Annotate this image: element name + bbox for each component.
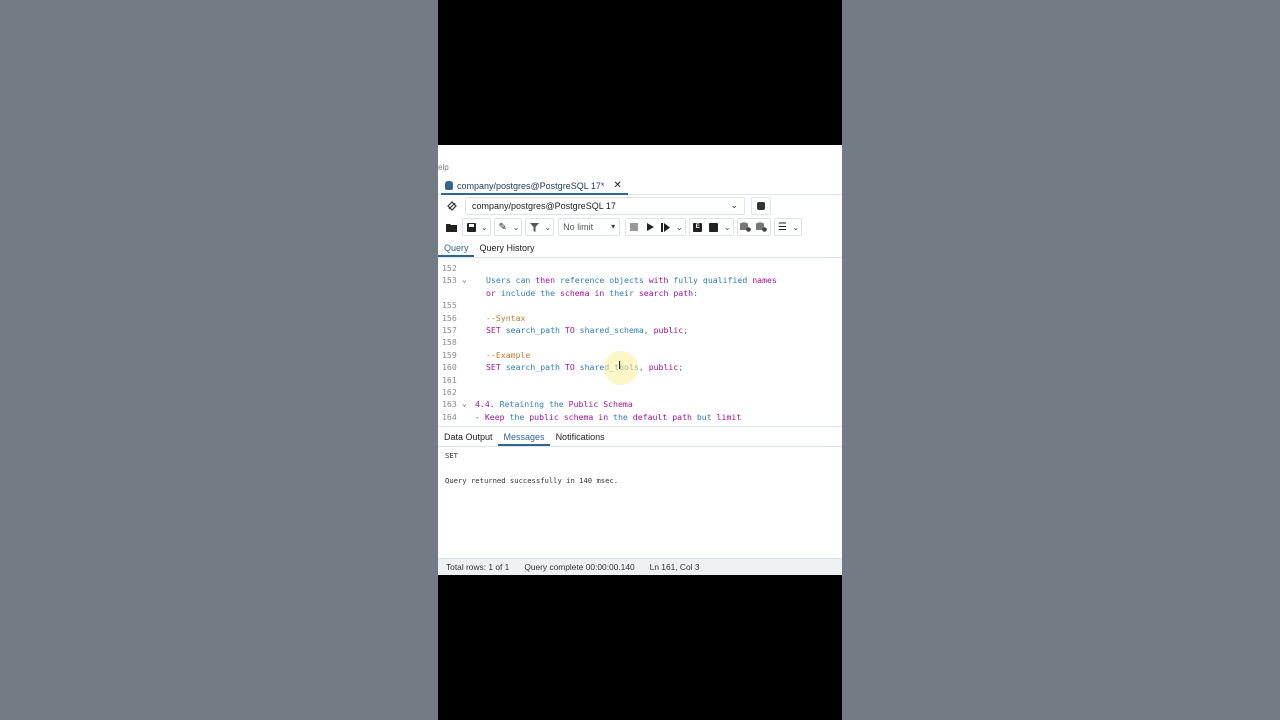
code-text: 4.4. Retaining the Public Schema (475, 399, 633, 410)
code-text: Users can then reference objects with fu… (486, 275, 777, 286)
transaction-group (736, 218, 771, 236)
video-frame: elp company/postgres@PostgreSQL 17* ✕ co… (438, 0, 842, 720)
message-line: Query returned successfully in 140 msec. (445, 476, 619, 485)
filter-icon[interactable] (526, 219, 542, 235)
explain-button[interactable]: E (690, 219, 706, 235)
chart-icon (709, 222, 719, 232)
line-number: 156 (442, 312, 457, 323)
explain-group: E ⌄ (688, 218, 734, 236)
text-cursor-icon: I (618, 359, 622, 372)
chevron-down-icon[interactable]: ⌄ (511, 223, 522, 232)
help-menu[interactable]: elp (438, 162, 449, 174)
tab-notifications[interactable]: Notifications (550, 427, 610, 446)
code-line[interactable]: 158 (438, 336, 842, 348)
chevron-down-icon[interactable]: ⌄ (722, 223, 733, 232)
status-cursor-position: Ln 161, Col 3 (649, 562, 700, 572)
stop-icon (630, 223, 639, 231)
database-icon (445, 181, 453, 190)
code-line[interactable]: 157 SET search_path TO shared_schema, pub… (438, 324, 842, 336)
explain-analyze-button[interactable] (706, 219, 722, 235)
code-line[interactable]: 156 --Syntax (438, 312, 842, 324)
connection-select[interactable]: company/postgres@PostgreSQL 17 ⌄ (465, 197, 745, 215)
status-total-rows: Total rows: 1 of 1 (446, 562, 510, 572)
fold-chevron-icon[interactable]: ⌄ (462, 398, 467, 410)
code-text: --Syntax (486, 312, 526, 323)
query-tool-tab[interactable]: company/postgres@PostgreSQL 17* ✕ (441, 178, 628, 195)
editor-tabs: Query Query History (438, 238, 842, 258)
document-tab-bar: company/postgres@PostgreSQL 17* ✕ (438, 176, 842, 195)
line-number: 155 (442, 300, 457, 311)
line-number: 159 (442, 349, 457, 360)
connection-row: company/postgres@PostgreSQL 17 ⌄ (438, 196, 842, 216)
macros-list-icon[interactable]: ☰ (775, 219, 791, 235)
line-number: 158 (442, 337, 457, 348)
code-text: SET search_path TO shared_schema, public… (486, 325, 689, 335)
code-text: or include the schema in their search pa… (486, 287, 699, 298)
sql-editor[interactable]: 152 153 ⌄ Users can then reference objects … (438, 259, 842, 427)
open-file-button[interactable] (443, 219, 459, 235)
new-connection-button[interactable] (751, 197, 771, 215)
edit-pencil-icon[interactable]: ✎ (495, 219, 511, 235)
fold-chevron-icon[interactable]: ⌄ (462, 274, 467, 286)
close-icon[interactable]: ✕ (613, 180, 621, 191)
pgadmin-query-tool: elp company/postgres@PostgreSQL 17* ✕ co… (438, 145, 842, 575)
message-line: SET (445, 451, 458, 460)
tab-data-output[interactable]: Data Output (438, 427, 498, 446)
database-icon (757, 202, 765, 210)
chevron-down-icon: ▾ (611, 222, 616, 231)
play-icon (646, 223, 654, 231)
line-number: 153 (442, 275, 457, 286)
query-tool-tab-label: company/postgres@PostgreSQL 17* (457, 180, 605, 191)
line-number: 163 (442, 399, 457, 410)
status-bar: Total rows: 1 of 1 Query complete 00:00:… (438, 558, 842, 575)
code-text: --Example (486, 349, 531, 360)
line-number: 152 (442, 263, 457, 273)
line-number: 161 (442, 374, 457, 385)
rollback-button[interactable] (754, 219, 770, 235)
code-line[interactable]: 162 (438, 386, 842, 398)
explain-icon: E (693, 222, 703, 232)
code-text: SET search_path TO shared_tools, public; (486, 362, 684, 373)
execute-button[interactable] (642, 219, 658, 235)
code-line[interactable]: 153 ⌄ Users can then reference objects wit… (438, 274, 842, 286)
code-line[interactable]: 160 SET search_path TO shared_tools, publ… (438, 361, 842, 373)
save-group: ⌄ (462, 218, 491, 236)
chevron-down-icon: ⌄ (730, 200, 738, 210)
edit-group: ✎ ⌄ (493, 218, 523, 236)
tab-messages[interactable]: Messages (497, 427, 550, 446)
chevron-down-icon[interactable]: ⌄ (674, 223, 685, 232)
row-limit-label: No limit (563, 222, 594, 232)
connection-status-icon[interactable] (441, 197, 463, 215)
code-line[interactable]: 159 --Example (438, 349, 842, 361)
code-line[interactable]: 161 (438, 374, 842, 386)
tab-query-history[interactable]: Query History (474, 237, 540, 257)
chevron-down-icon[interactable]: ⌄ (479, 223, 490, 232)
code-line[interactable]: 152 (438, 262, 842, 274)
code-line[interactable]: 164 - Keep the public schema in the defau… (438, 411, 842, 423)
code-line[interactable]: 163 ⌄ 4.4. Retaining the Public Schema (438, 398, 842, 410)
chevron-down-icon[interactable]: ⌄ (542, 223, 553, 232)
commit-button[interactable] (738, 219, 754, 235)
tab-query[interactable]: Query (438, 237, 474, 257)
execute-options-button[interactable] (658, 219, 674, 235)
line-number: 164 (442, 411, 457, 422)
row-limit-select[interactable]: No limit ▾ (558, 218, 621, 236)
chevron-down-icon[interactable]: ⌄ (791, 223, 802, 232)
line-number: 160 (442, 362, 457, 373)
line-number: 157 (442, 325, 457, 335)
line-number: 162 (442, 387, 457, 397)
code-line[interactable]: 155 (438, 299, 842, 311)
macros-group: ☰ ⌄ (773, 218, 803, 236)
filter-group: ⌄ (525, 218, 555, 236)
stop-button[interactable] (626, 219, 642, 235)
execute-group: ⌄ (625, 218, 686, 236)
result-tabs: Data Output Messages Notifications (438, 428, 842, 447)
save-button[interactable] (463, 219, 479, 235)
code-text: - Keep the public schema in the default … (475, 411, 742, 422)
connection-label: company/postgres@PostgreSQL 17 (472, 201, 616, 211)
status-query-complete: Query complete 00:00:00.140 (524, 562, 635, 572)
code-line[interactable]: or include the schema in their search pa… (438, 287, 842, 299)
query-toolbar: ⌄ ✎ ⌄ ⌄ No limit ▾ ⌄ E ⌄ ☰ ⌄ (438, 217, 842, 237)
